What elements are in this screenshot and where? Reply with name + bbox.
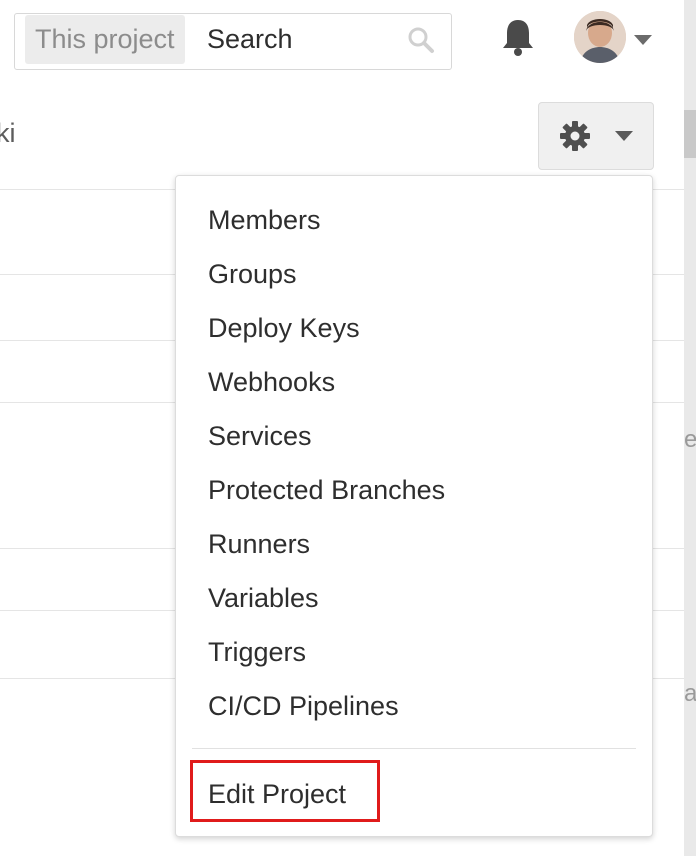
menu-item-protected-branches[interactable]: Protected Branches <box>208 472 445 508</box>
menu-item-members[interactable]: Members <box>208 202 321 238</box>
edge-text-fragment: e <box>684 426 696 453</box>
menu-item-ci-cd-pipelines[interactable]: CI/CD Pipelines <box>208 688 399 724</box>
menu-item-webhooks[interactable]: Webhooks <box>208 364 335 400</box>
avatar-chevron-down-icon[interactable] <box>634 35 652 45</box>
project-subnav: iki <box>0 80 684 190</box>
menu-item-runners[interactable]: Runners <box>208 526 310 562</box>
menu-item-variables[interactable]: Variables <box>208 580 319 616</box>
menu-item-triggers[interactable]: Triggers <box>208 634 306 670</box>
menu-item-groups[interactable]: Groups <box>208 256 297 292</box>
chevron-down-icon <box>615 131 633 141</box>
notification-bell-icon[interactable] <box>497 16 539 58</box>
search-scope-badge[interactable]: This project <box>25 15 185 64</box>
edit-project-highlight-box <box>190 760 380 822</box>
menu-item-deploy-keys[interactable]: Deploy Keys <box>208 310 360 346</box>
settings-dropdown-menu: Members Groups Deploy Keys Webhooks Serv… <box>175 175 653 837</box>
menu-item-services[interactable]: Services <box>208 418 312 454</box>
tab-wiki[interactable]: iki <box>0 118 16 149</box>
top-header: This project Search <box>0 0 684 80</box>
search-input[interactable]: Search <box>207 15 293 64</box>
right-edge-tab <box>684 110 696 158</box>
settings-dropdown-button[interactable] <box>538 102 654 170</box>
user-avatar[interactable] <box>574 11 626 63</box>
search-icon <box>408 27 434 53</box>
edge-text-fragment: ar <box>684 680 696 707</box>
avatar-image <box>574 11 626 63</box>
menu-divider <box>192 748 636 749</box>
search-box[interactable]: This project Search <box>14 13 452 70</box>
gear-icon <box>560 121 590 151</box>
